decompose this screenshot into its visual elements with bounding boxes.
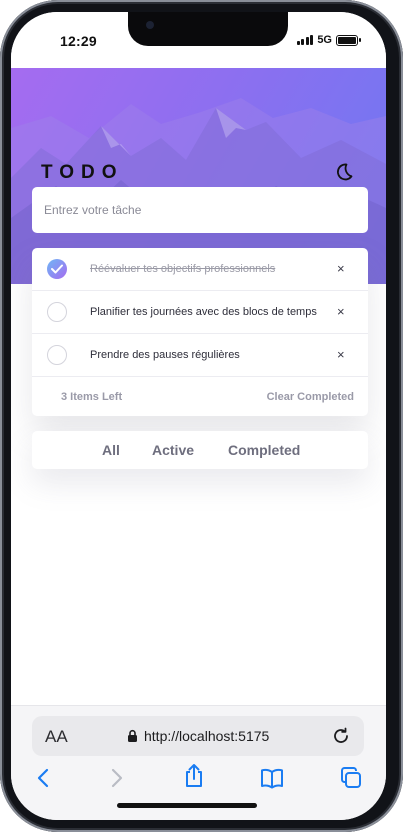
- todo-item-2: Planifier tes journées avec des blocs de…: [32, 291, 368, 334]
- delete-todo-button[interactable]: ×: [337, 347, 345, 362]
- clear-completed-button[interactable]: Clear Completed: [267, 391, 354, 403]
- list-footer: 3 Items Left Clear Completed: [32, 377, 368, 416]
- screen: 12:29 5G TODO Entrez votre tâche Réévalu…: [11, 12, 386, 820]
- battery-icon: [336, 34, 361, 46]
- todo-checkbox[interactable]: [47, 302, 67, 322]
- moon-icon: [337, 163, 353, 181]
- share-icon[interactable]: [182, 762, 206, 790]
- todo-list: Réévaluer tes objectifs professionnels ×…: [32, 248, 368, 416]
- status-indicators: 5G: [296, 34, 361, 46]
- delete-todo-button[interactable]: ×: [337, 304, 345, 319]
- todo-item-3: Prendre des pauses régulières ×: [32, 334, 368, 377]
- theme-toggle-button[interactable]: [331, 160, 355, 184]
- todo-text: Réévaluer tes objectifs professionnels: [90, 263, 276, 275]
- home-indicator: [117, 803, 257, 808]
- phone-frame: 12:29 5G TODO Entrez votre tâche Réévalu…: [0, 0, 403, 832]
- url-text: http://localhost:5175: [144, 728, 270, 744]
- filter-active[interactable]: Active: [152, 442, 194, 458]
- app-title: TODO: [41, 162, 124, 183]
- network-label: 5G: [317, 34, 332, 46]
- todo-item-1: Réévaluer tes objectifs professionnels ×: [32, 248, 368, 291]
- chevron-right-icon[interactable]: [109, 766, 125, 790]
- items-left-count: 3 Items Left: [61, 391, 123, 403]
- signal-icon: [296, 35, 314, 45]
- todo-checkbox[interactable]: [47, 345, 67, 365]
- reload-icon[interactable]: [330, 725, 352, 747]
- address-bar[interactable]: AA http://localhost:5175: [32, 716, 364, 756]
- filter-completed[interactable]: Completed: [228, 442, 300, 458]
- status-time: 12:29: [60, 33, 97, 49]
- notch: [128, 12, 288, 46]
- filter-bar: All Active Completed: [32, 431, 368, 469]
- todo-checkbox-checked[interactable]: [47, 259, 67, 279]
- todo-text: Prendre des pauses régulières: [90, 349, 240, 361]
- todo-text: Planifier tes journées avec des blocs de…: [90, 306, 317, 318]
- lock-icon: [128, 729, 137, 742]
- camera-icon: [146, 21, 154, 29]
- filter-all[interactable]: All: [102, 442, 120, 458]
- new-task-input[interactable]: [32, 187, 368, 233]
- book-icon[interactable]: [259, 766, 285, 790]
- chevron-left-icon[interactable]: [35, 766, 51, 790]
- text-size-button[interactable]: AA: [45, 727, 68, 747]
- delete-todo-button[interactable]: ×: [337, 261, 345, 276]
- tabs-icon[interactable]: [339, 766, 363, 790]
- check-icon: [51, 264, 63, 274]
- status-bar: 12:29 5G: [11, 12, 386, 68]
